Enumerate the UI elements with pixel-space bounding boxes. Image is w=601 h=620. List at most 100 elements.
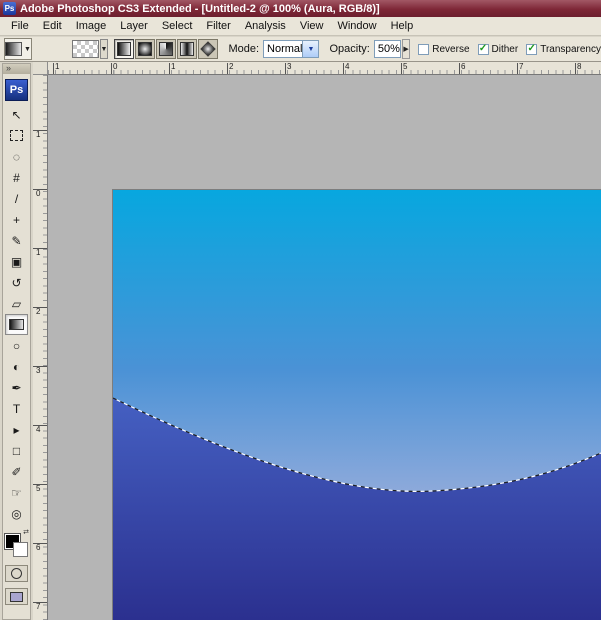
- clone-stamp-tool[interactable]: ▣: [5, 251, 28, 272]
- diamond-gradient-icon: [200, 41, 217, 57]
- linear-gradient-button[interactable]: [114, 39, 135, 59]
- menu-view[interactable]: View: [293, 18, 331, 34]
- vertical-ruler[interactable]: 1 0 1 2 3 4 5 6 7: [33, 75, 48, 620]
- menu-select[interactable]: Select: [155, 18, 200, 34]
- gradient-tool-preset-button[interactable]: ▼: [4, 38, 32, 60]
- rectangular-marquee-tool[interactable]: [5, 125, 28, 146]
- healing-brush-icon: +: [12, 212, 20, 227]
- marquee-icon: [10, 130, 23, 141]
- chevron-down-icon: ▼: [100, 45, 108, 53]
- menu-file[interactable]: File: [4, 18, 36, 34]
- menu-image[interactable]: Image: [69, 18, 114, 34]
- clone-stamp-icon: ▣: [10, 254, 23, 269]
- quick-mask-icon: [11, 568, 22, 579]
- opacity-input[interactable]: 50%: [373, 40, 401, 58]
- zoom-tool[interactable]: ◎: [5, 503, 28, 524]
- lasso-tool[interactable]: ◌: [5, 146, 28, 167]
- move-tool[interactable]: ↖: [5, 104, 28, 125]
- reflected-gradient-icon: [180, 42, 195, 56]
- opacity-label: Opacity:: [329, 43, 370, 55]
- chevron-down-icon: ▼: [24, 45, 31, 53]
- photoshop-app-icon: Ps: [3, 2, 16, 15]
- ruler-number: 1: [52, 62, 60, 74]
- history-brush-tool[interactable]: ↺: [5, 272, 28, 293]
- palette-collapse-button[interactable]: »: [3, 64, 30, 74]
- mode-dropdown[interactable]: Normal ▼: [263, 40, 320, 58]
- screen-mode-icon: [10, 591, 23, 602]
- lasso-icon: ◌: [12, 149, 21, 164]
- menu-help[interactable]: Help: [384, 18, 421, 34]
- tool-options-bar: ▼ ▼ Mode: Normal ▼ Opacity: 50% ▶ Revers…: [0, 37, 601, 62]
- canvas[interactable]: [112, 189, 601, 620]
- gradient-tool-icon: [5, 42, 22, 56]
- reflected-gradient-button[interactable]: [177, 39, 198, 59]
- ruler-number: 4: [342, 62, 350, 74]
- tools-palette: » Ps ↖ ◌ # / + ✎ ▣ ↺ ▱ ○ ◐ ✒ T ▸ □ ✐ ☞ ◎…: [2, 63, 31, 620]
- ruler-number: 5: [33, 484, 47, 493]
- dither-checkbox[interactable]: ✓: [477, 43, 489, 55]
- ruler-number: 1: [168, 62, 176, 74]
- healing-brush-tool[interactable]: +: [5, 209, 28, 230]
- ruler-number: 3: [284, 62, 292, 74]
- gradient-icon: [9, 319, 24, 330]
- opacity-slider-button[interactable]: ▶: [401, 39, 411, 59]
- radial-gradient-icon: [138, 42, 153, 56]
- menu-window[interactable]: Window: [330, 18, 383, 34]
- chevron-down-icon[interactable]: ▼: [302, 41, 319, 57]
- radial-gradient-button[interactable]: [135, 39, 156, 59]
- mode-label: Mode:: [228, 43, 260, 55]
- shape-tool[interactable]: □: [5, 440, 28, 461]
- background-color-swatch[interactable]: [13, 542, 28, 557]
- quick-mask-button[interactable]: [5, 565, 28, 582]
- shape-icon: □: [12, 443, 21, 458]
- gradient-picker-dropdown-button[interactable]: ▼: [99, 39, 109, 59]
- workspace: [48, 75, 601, 620]
- crop-icon: #: [13, 170, 20, 185]
- diamond-gradient-button[interactable]: [198, 39, 219, 59]
- dodge-tool[interactable]: ◐: [5, 356, 28, 377]
- menu-filter[interactable]: Filter: [199, 18, 237, 34]
- dither-label: Dither: [491, 43, 519, 55]
- ruler-number: 2: [226, 62, 234, 74]
- eraser-icon: ▱: [11, 296, 22, 311]
- horizontal-ruler[interactable]: 1 0 1 2 3 4 5 6 7 8: [48, 62, 601, 75]
- title-bar[interactable]: Ps Adobe Photoshop CS3 Extended - [Untit…: [0, 0, 601, 17]
- ruler-number: 6: [458, 62, 466, 74]
- mode-value: Normal: [267, 43, 303, 55]
- ruler-number: 2: [33, 307, 47, 316]
- blur-tool[interactable]: ○: [5, 335, 28, 356]
- swap-colors-icon[interactable]: ⇄: [23, 528, 29, 536]
- menu-edit[interactable]: Edit: [36, 18, 69, 34]
- menu-bar: File Edit Image Layer Select Filter Anal…: [0, 17, 601, 36]
- crop-tool[interactable]: #: [5, 167, 28, 188]
- ruler-number: 8: [574, 62, 582, 74]
- type-icon: T: [12, 401, 21, 416]
- reverse-checkbox[interactable]: [418, 43, 430, 55]
- type-tool[interactable]: T: [5, 398, 28, 419]
- ruler-number: 1: [33, 130, 47, 139]
- path-selection-tool[interactable]: ▸: [5, 419, 28, 440]
- pen-tool[interactable]: ✒: [5, 377, 28, 398]
- eyedropper-icon: ✐: [11, 464, 22, 479]
- hand-tool[interactable]: ☞: [5, 482, 28, 503]
- ruler-number: 6: [33, 543, 47, 552]
- brush-icon: ✎: [11, 233, 22, 248]
- pen-icon: ✒: [11, 380, 22, 395]
- brush-tool[interactable]: ✎: [5, 230, 28, 251]
- screen-mode-button[interactable]: [5, 588, 28, 605]
- menu-analysis[interactable]: Analysis: [238, 18, 293, 34]
- gradient-picker-swatch[interactable]: [71, 40, 99, 58]
- ps-logo[interactable]: Ps: [5, 79, 28, 101]
- slice-tool[interactable]: /: [5, 188, 28, 209]
- angle-gradient-button[interactable]: [156, 39, 177, 59]
- gradient-tool[interactable]: [5, 314, 28, 335]
- transparency-checkbox[interactable]: ✓: [526, 43, 538, 55]
- menu-layer[interactable]: Layer: [113, 18, 155, 34]
- eyedropper-tool[interactable]: ✐: [5, 461, 28, 482]
- history-brush-icon: ↺: [11, 275, 22, 290]
- eraser-tool[interactable]: ▱: [5, 293, 28, 314]
- ruler-number: 7: [33, 602, 47, 611]
- ruler-number: 4: [33, 425, 47, 434]
- zoom-icon: ◎: [11, 506, 22, 521]
- transparency-label: Transparency: [540, 43, 601, 55]
